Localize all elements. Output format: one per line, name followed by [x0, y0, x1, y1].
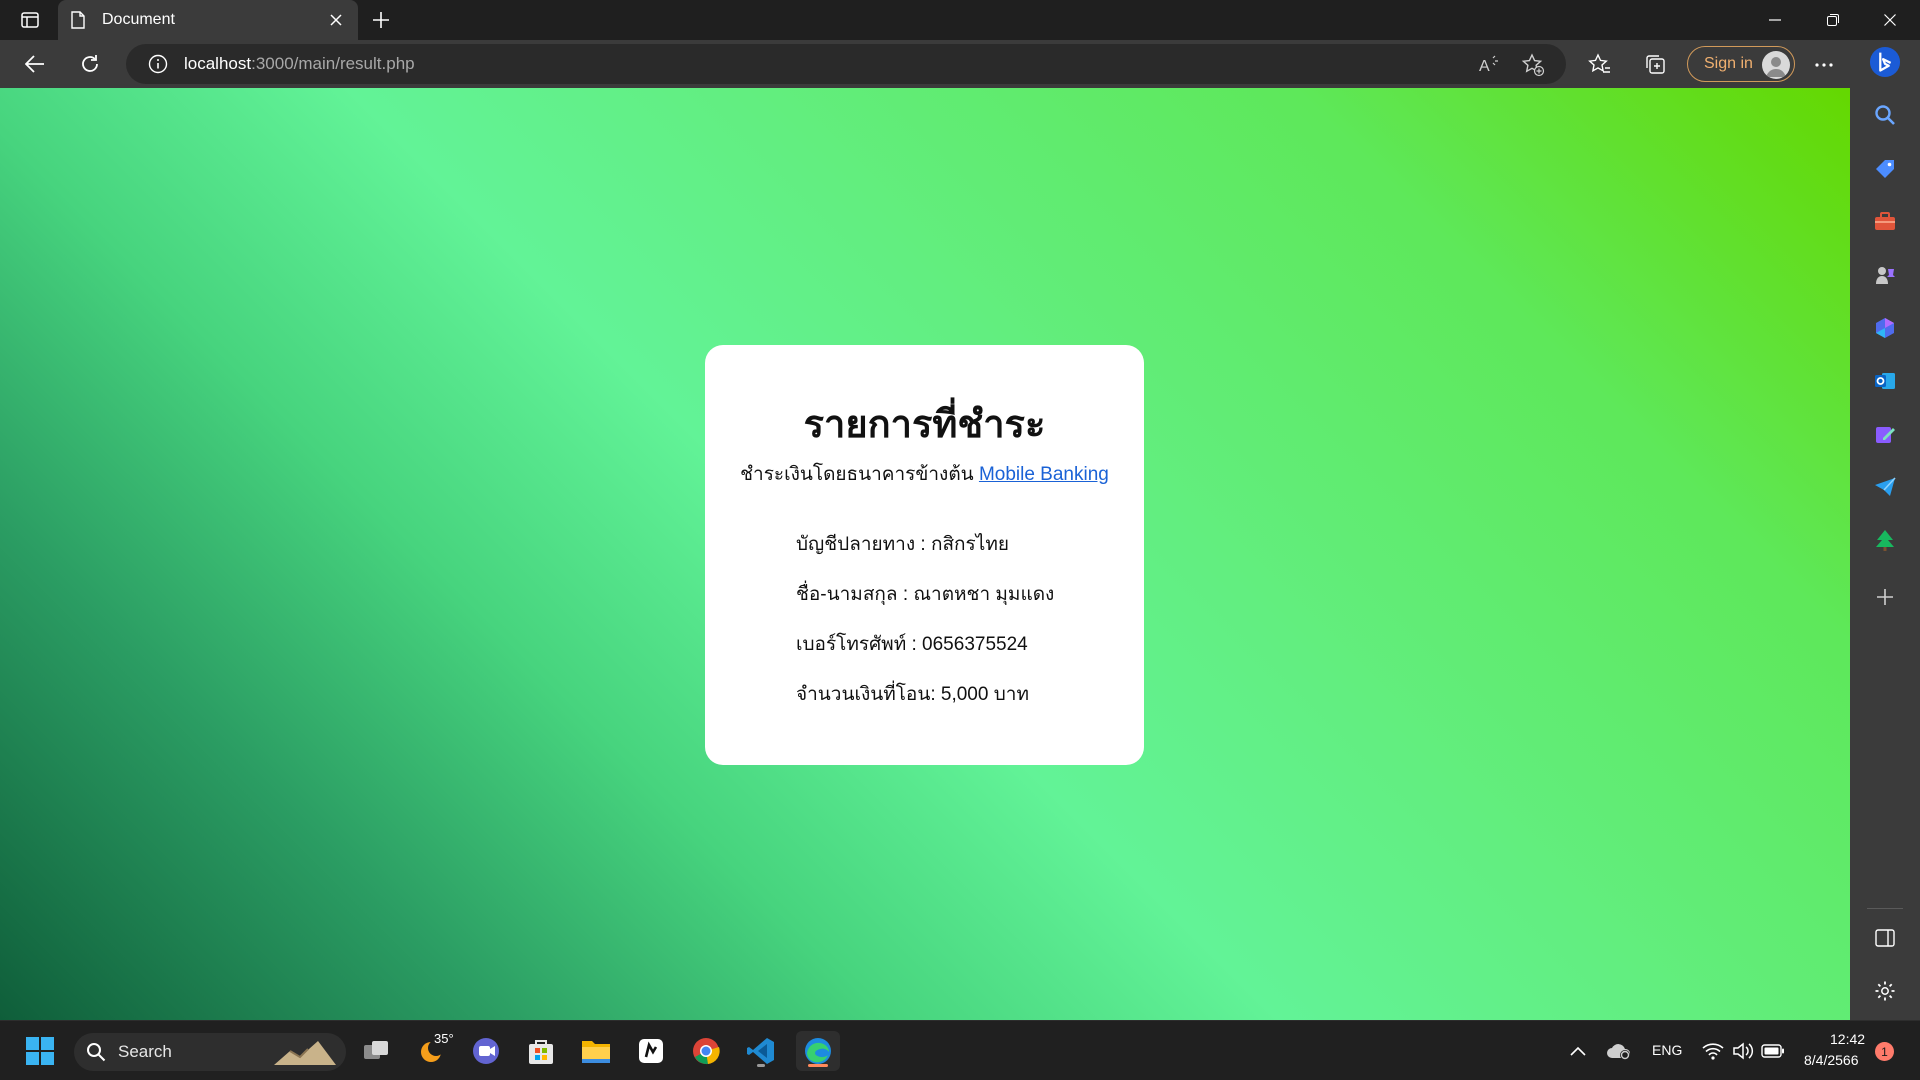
subtitle-text: ชำระเงินโดยธนาคารข้างต้น	[740, 464, 974, 485]
payment-card: รายการที่ชำระ ชำระเงินโดยธนาคารข้างต้น M…	[705, 345, 1144, 765]
minimize-button[interactable]	[1747, 0, 1803, 40]
edge-icon[interactable]	[796, 1031, 840, 1071]
read-aloud-icon[interactable]: A	[1476, 52, 1502, 78]
sidebar-divider	[1867, 908, 1903, 909]
transfer-amount-row: จำนวนเงินที่โอน: 5,000 บาท	[796, 684, 1029, 705]
restore-button[interactable]	[1805, 0, 1861, 40]
url-host: localhost	[184, 54, 252, 73]
tree-icon[interactable]	[1869, 524, 1901, 556]
clock-date[interactable]: 8/4/2566	[1804, 1052, 1859, 1068]
weather-temp: 35°	[434, 1031, 454, 1046]
tools-briefcase-icon[interactable]	[1869, 206, 1901, 238]
tab-title: Document	[102, 11, 175, 28]
microsoft-store-icon[interactable]	[521, 1031, 561, 1071]
url-text[interactable]: localhost:3000/main/result.php	[184, 54, 415, 74]
settings-gear-icon[interactable]	[1869, 975, 1901, 1007]
mobile-banking-link[interactable]: Mobile Banking	[979, 464, 1109, 485]
chrome-icon[interactable]	[686, 1031, 726, 1071]
drop-editor-icon[interactable]	[1869, 418, 1901, 450]
outlook-icon[interactable]	[1869, 365, 1901, 397]
taskbar-search[interactable]: Search	[74, 1033, 346, 1071]
new-tab-button[interactable]	[365, 6, 397, 34]
edge-sidebar	[1850, 40, 1920, 1020]
collections-icon[interactable]	[1640, 49, 1672, 81]
svg-text:A: A	[1479, 58, 1490, 75]
taskbar: Search 35° ENG 12:42 8/4/2566 1	[0, 1020, 1920, 1080]
hide-sidebar-icon[interactable]	[1869, 922, 1901, 954]
document-icon	[70, 10, 90, 30]
onedrive-icon[interactable]	[1603, 1031, 1635, 1071]
back-button[interactable]	[17, 46, 53, 82]
favorites-icon[interactable]	[1584, 49, 1616, 81]
microsoft365-icon[interactable]	[1869, 312, 1901, 344]
clock-time[interactable]: 12:42	[1830, 1031, 1865, 1047]
telegram-icon[interactable]	[1869, 471, 1901, 503]
more-options-icon[interactable]	[1808, 49, 1840, 81]
browser-toolbar: localhost:3000/main/result.php A Sign in	[0, 40, 1920, 88]
tab-document[interactable]: Document	[58, 0, 358, 40]
notion-app-icon[interactable]	[631, 1031, 671, 1071]
phone-number-row: เบอร์โทรศัพท์ : 0656375524	[796, 634, 1028, 655]
start-windows-icon[interactable]	[20, 1031, 60, 1071]
search-label: Search	[118, 1042, 172, 1061]
teams-chat-icon[interactable]	[466, 1031, 506, 1071]
notification-count: 1	[1881, 1044, 1888, 1059]
wifi-icon[interactable]	[1697, 1031, 1729, 1071]
close-tab-icon[interactable]	[326, 10, 346, 30]
language-indicator[interactable]: ENG	[1652, 1042, 1682, 1058]
page-title: รายการที่ชำระ	[803, 404, 1046, 446]
search-highlight-icon	[274, 1041, 336, 1065]
search-icon[interactable]	[1869, 99, 1901, 131]
running-indicator	[757, 1064, 765, 1067]
refresh-button[interactable]	[72, 46, 108, 82]
add-icon[interactable]	[1869, 581, 1901, 613]
battery-icon[interactable]	[1757, 1031, 1789, 1071]
active-indicator	[808, 1064, 828, 1067]
close-window-button[interactable]	[1862, 0, 1918, 40]
add-favorite-icon[interactable]	[1520, 52, 1546, 78]
volume-icon[interactable]	[1727, 1031, 1759, 1071]
notification-badge[interactable]: 1	[1875, 1042, 1894, 1061]
address-bar[interactable]: localhost:3000/main/result.php A	[126, 44, 1566, 84]
avatar-icon	[1762, 51, 1790, 79]
file-explorer-icon[interactable]	[576, 1031, 616, 1071]
bing-chat-icon[interactable]	[1869, 46, 1901, 78]
info-icon[interactable]	[146, 52, 170, 76]
shopping-tag-icon[interactable]	[1869, 153, 1901, 185]
chevron-up-icon[interactable]	[1562, 1031, 1594, 1071]
sign-in-label: Sign in	[1704, 55, 1753, 72]
search-icon	[86, 1040, 110, 1064]
weather-icon[interactable]: 35°	[412, 1031, 454, 1071]
vscode-icon[interactable]	[741, 1031, 781, 1071]
title-bar: Document	[0, 0, 1920, 40]
games-icon[interactable]	[1869, 259, 1901, 291]
url-path: :3000/main/result.php	[251, 54, 415, 73]
payment-subtitle: ชำระเงินโดยธนาคารข้างต้น Mobile Banking	[705, 459, 1144, 489]
page-viewport: รายการที่ชำระ ชำระเงินโดยธนาคารข้างต้น M…	[0, 88, 1850, 1020]
account-name-row: ชื่อ-นามสกุล : ณาตหชา มุมแดง	[796, 584, 1055, 605]
tab-actions-icon[interactable]	[10, 6, 50, 34]
task-view-icon[interactable]	[356, 1031, 396, 1071]
destination-account-row: บัญชีปลายทาง : กสิกรไทย	[796, 534, 1009, 555]
sign-in-button[interactable]: Sign in	[1687, 46, 1795, 82]
